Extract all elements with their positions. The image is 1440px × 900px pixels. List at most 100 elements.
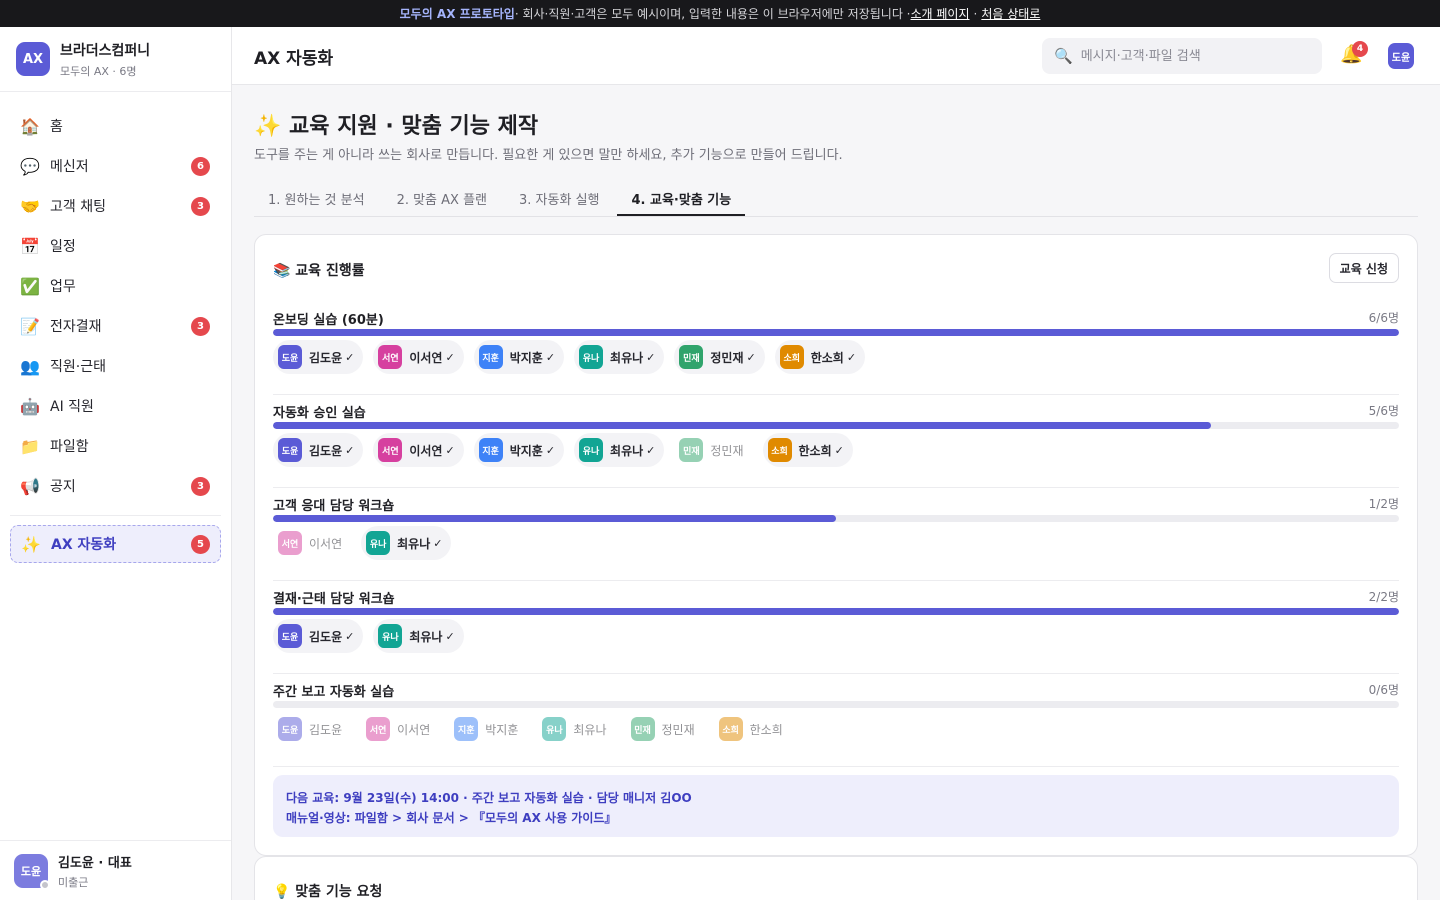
megaphone-icon: 📢	[20, 476, 40, 496]
participant-chip: 민재 정민재 ✓	[674, 340, 765, 374]
banner-text: · 회사·직원·고객은 모두 예시이며, 입력한 내용은 이 브라우저에만 저장…	[514, 7, 911, 21]
avatar: 민재	[679, 345, 704, 369]
check-icon: ✓	[445, 629, 455, 643]
sidebar-nav: 🏠 홈 💬 메신저 6 🤝 고객 채팅 3 📅 일정 ✅ 업무 📝 전자결재 3 👥 직원·근태 🤖 AI 직원 📁 파…	[0, 92, 231, 563]
people-icon: 👥	[20, 356, 40, 376]
chat-bubble-icon: 💬	[20, 156, 40, 176]
topbar: AX 자동화 🔍 🔔 4 도윤	[232, 27, 1440, 85]
search-box[interactable]: 🔍	[1042, 38, 1322, 74]
sidebar-item[interactable]: 👥 직원·근태	[0, 346, 231, 386]
robot-icon: 🤖	[20, 396, 40, 416]
course-count: 1/2명	[1368, 497, 1399, 511]
participant-chip: 유나 최유나 ✓	[373, 619, 464, 653]
sidebar-item[interactable]: 📅 일정	[0, 226, 231, 266]
sidebar-item[interactable]: ✅ 업무	[0, 266, 231, 306]
sidebar-item[interactable]: 📝 전자결재 3	[0, 306, 231, 346]
course-name: 주간 보고 자동화 실습	[273, 685, 395, 700]
participant-name: 박지훈	[509, 350, 543, 365]
sidebar-item-label: 홈	[50, 119, 63, 135]
avatar: 지훈	[454, 717, 479, 741]
sidebar-item-label: 일정	[50, 239, 76, 255]
notice-manual: 매뉴얼·영상: 파일함 > 회사 문서 > 『모두의 AX 사용 가이드』	[286, 811, 617, 825]
check-icon: ✓	[445, 443, 455, 457]
card-title: 📚 교육 진행률	[273, 263, 365, 279]
sidebar-item[interactable]: 🤝 고객 채팅 3	[0, 186, 231, 226]
participant-chip: 소희 한소희	[714, 712, 792, 746]
folder-icon: 📁	[20, 436, 40, 456]
banner-separator: ·	[973, 6, 978, 21]
participant-chip: 도윤 김도윤 ✓	[273, 340, 364, 374]
sidebar-item[interactable]: 💬 메신저 6	[0, 146, 231, 186]
sidebar-item-label: 메신저	[50, 159, 89, 175]
avatar[interactable]: 도윤	[1388, 43, 1414, 69]
user-status: 미출근	[58, 875, 89, 889]
check-icon: ✓	[545, 350, 556, 364]
avatar: 서연	[378, 438, 403, 462]
course-row: 결재·근태 담당 워크숍 2/2명 도윤 김도윤 ✓ 유나 최유나 ✓	[273, 581, 1399, 674]
brand-header[interactable]: AX 브라더스컴퍼니 모두의 AX · 6명	[0, 27, 231, 92]
participant-name: 김도윤	[309, 443, 343, 458]
progress-bar	[273, 608, 1399, 615]
avatar: 유나	[366, 531, 391, 555]
brand-logo: AX	[16, 42, 50, 76]
tab-step-2[interactable]: 2. 맞춤 AX 플랜	[383, 179, 501, 216]
course-row: 온보딩 실습 (60분) 6/6명 도윤 김도윤 ✓ 서연 이서연 ✓ 지훈 박지훈 ✓ 유나 최유나 ✓…	[273, 302, 1399, 395]
avatar: 도윤	[278, 345, 302, 369]
participant-name: 김도윤	[309, 722, 343, 737]
user-profile[interactable]: 도윤 김도윤 · 대표 미출근	[0, 840, 231, 900]
participant-name: 정민재	[710, 443, 744, 458]
banner-reset-link[interactable]: 처음 상태로	[981, 5, 1040, 22]
count-badge: 6	[191, 157, 210, 176]
avatar: 유나	[579, 345, 604, 369]
tab-step-1[interactable]: 1. 원하는 것 분석	[254, 179, 379, 216]
search-input[interactable]	[1080, 48, 1311, 64]
course-name: 자동화 승인 실습	[273, 406, 366, 421]
sidebar-item[interactable]: 🏠 홈	[0, 106, 231, 146]
count-badge: 5	[191, 535, 210, 554]
avatar: 민재	[679, 438, 704, 462]
sidebar-item[interactable]: ✨ AX 자동화 5	[10, 525, 221, 563]
participant-chip: 유나 최유나 ✓	[361, 526, 452, 560]
company-sub: 모두의 AX · 6명	[60, 64, 137, 78]
check-icon: ✓	[646, 443, 656, 457]
check-icon: ✓	[545, 443, 556, 457]
sidebar-item-label: 파일함	[50, 439, 89, 455]
participant-chip: 유나 최유나	[537, 712, 615, 746]
tab-step-4[interactable]: 4. 교육·맞춤 기능	[617, 179, 746, 216]
education-progress-card: 📚 교육 진행률 교육 신청 온보딩 실습 (60분) 6/6명 도윤 김도윤 ✓ 서연 이…	[254, 234, 1418, 856]
banner-intro-link[interactable]: 소개 페이지	[911, 5, 970, 22]
check-icon: ✓	[646, 350, 656, 364]
participant-name: 박지훈	[485, 722, 519, 737]
check-icon: ✓	[433, 536, 443, 550]
participant-name: 한소희	[749, 722, 783, 737]
participant-name: 김도윤	[309, 350, 343, 365]
progress-bar	[273, 422, 1399, 429]
card-title: 💡 맞춤 기능 요청	[273, 884, 383, 900]
course-row: 주간 보고 자동화 실습 0/6명 도윤 김도윤 서연 이서연 지훈 박지훈 유나 최유나 민재 정민…	[273, 674, 1399, 767]
avatar: 지훈	[478, 345, 503, 369]
apply-training-button[interactable]: 교육 신청	[1328, 253, 1399, 283]
sidebar-item[interactable]: 📢 공지 3	[0, 466, 231, 506]
course-count: 0/6명	[1368, 683, 1399, 697]
page-title: ✨ 교육 지원 · 맞춤 기능 제작	[254, 114, 539, 139]
progress-bar	[273, 701, 1399, 708]
sidebar-item[interactable]: 📁 파일함	[0, 426, 231, 466]
participant-name: 한소희	[810, 350, 844, 365]
participant-name: 최유나	[397, 536, 431, 551]
sidebar-item-label: 전자결재	[50, 319, 102, 335]
tab-step-3[interactable]: 3. 자동화 실행	[505, 179, 613, 216]
sidebar-item[interactable]: 🤖 AI 직원	[0, 386, 231, 426]
participant-chip: 서연 이서연	[361, 712, 439, 746]
banner-highlight: 모두의 AX 프로토타입	[399, 7, 515, 21]
home-icon: 🏠	[20, 116, 40, 136]
company-name: 브라더스컴퍼니	[60, 42, 151, 59]
progress-bar	[273, 329, 1399, 336]
participant-chip: 소희 한소희 ✓	[774, 340, 866, 374]
avatar: 유나	[579, 438, 604, 462]
avatar: 서연	[378, 345, 403, 369]
participant-list: 도윤 김도윤 ✓ 서연 이서연 ✓ 지훈 박지훈 ✓ 유나 최유나 ✓ 민재 정민재 소희 한소희 ✓	[273, 433, 863, 467]
avatar: 도윤	[14, 853, 50, 890]
participant-list: 도윤 김도윤 서연 이서연 지훈 박지훈 유나 최유나 민재 정민재 소희 한소희	[273, 712, 802, 746]
check-icon: ✓	[846, 350, 857, 364]
count-badge: 3	[191, 197, 210, 216]
